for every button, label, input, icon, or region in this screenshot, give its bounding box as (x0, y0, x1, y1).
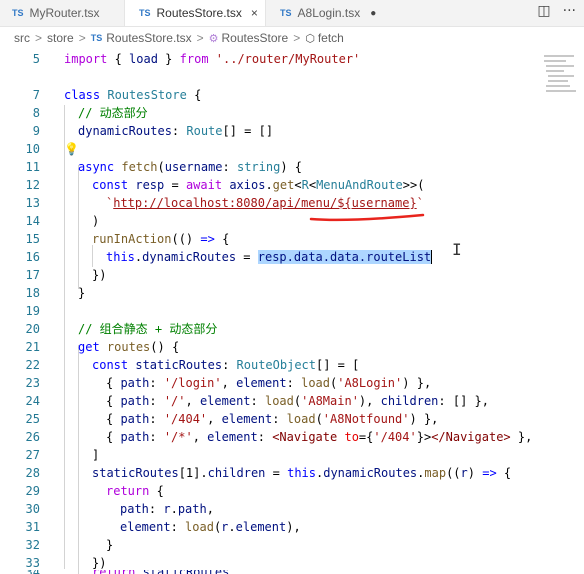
minimap-line (546, 90, 576, 92)
tab-label: RoutesStore.tsx (156, 6, 242, 20)
code-line: 5 import { load } from '../router/MyRoute… (32, 52, 361, 66)
code-editor[interactable]: 5 import { load } from '../router/MyRoute… (0, 49, 584, 574)
chevron-right-icon: > (35, 31, 43, 45)
code-line: 12 const resp = await axios.get<R<MenuAnd… (25, 178, 425, 192)
breadcrumb-class[interactable]: RoutesStore (222, 31, 289, 45)
tab-actions: ◫ ··· (537, 3, 576, 19)
code-line: 30 path: r.path, (25, 502, 214, 516)
chevron-right-icon: > (78, 31, 86, 45)
code-line: 25{ path: '/404', element: load('A8Notfo… (25, 412, 439, 426)
text-cursor-icon: I (452, 240, 462, 259)
breadcrumb-file[interactable]: RoutesStore.tsx (106, 31, 191, 45)
code-line: 18} (25, 286, 86, 300)
minimap-line (548, 75, 574, 77)
minimap-line (544, 60, 566, 62)
tab-bar: TS MyRouter.tsx TS RoutesStore.tsx × TS A8Lo… (0, 0, 584, 27)
close-icon[interactable]: × (251, 6, 258, 20)
minimap-line (546, 85, 570, 87)
tab-routesstore[interactable]: TS RoutesStore.tsx × (124, 0, 266, 26)
breadcrumb-src[interactable]: src (14, 31, 30, 45)
typescript-file-icon: TS (90, 33, 103, 43)
minimap-line (546, 65, 574, 67)
typescript-file-icon: TS (12, 8, 24, 18)
code-line: 34return staticRoutes (0, 570, 540, 574)
breadcrumb-method[interactable]: fetch (318, 31, 344, 45)
code-line: 13 `http://localhost:8080/api/menu/${user… (25, 196, 424, 210)
breadcrumb-store[interactable]: store (47, 31, 74, 45)
minimap-line (548, 80, 568, 82)
code-line: 10 💡 (0, 139, 540, 159)
code-line: 32} (25, 538, 114, 552)
typescript-file-icon: TS (139, 8, 151, 18)
method-symbol-icon: ⬡ (305, 31, 315, 45)
code-line: 31 element: load(r.element), (25, 520, 301, 534)
code-line: 22 const staticRoutes: RouteObject[] = [ (25, 358, 360, 372)
code-line: 14) (25, 214, 100, 228)
code-line: 20// 组合静态 + 动态部分 (25, 322, 218, 336)
split-editor-icon[interactable]: ◫ (537, 3, 550, 19)
tab-label: A8Login.tsx (297, 6, 361, 20)
class-symbol-icon: ⚙ (208, 31, 219, 45)
code-line: 11 async fetch(username: string) { (25, 160, 303, 174)
minimap-line (544, 55, 574, 57)
lightbulb-icon[interactable]: 💡 (64, 139, 79, 159)
code-line: 29 return { (25, 484, 164, 498)
code-line: 19 (25, 304, 40, 318)
tab-myrouter[interactable]: TS MyRouter.tsx (0, 0, 124, 26)
breadcrumb: src > store > TS RoutesStore.tsx > ⚙ RoutesSt… (0, 27, 584, 49)
unsaved-dot-icon: ● (370, 7, 377, 19)
code-line: 27] (25, 448, 100, 462)
vertical-scrollbar[interactable] (576, 49, 584, 574)
code-line: 24{ path: '/', element: load('A8Main'), … (25, 394, 489, 408)
tab-label: MyRouter.tsx (29, 6, 100, 20)
code-line: 17}) (25, 268, 107, 282)
code-line: 26{ path: '/*', element: <Navigate to={'… (25, 430, 533, 444)
typescript-file-icon: TS (280, 8, 292, 18)
code-line: 8// 动态部分 (32, 106, 148, 120)
code-line: 28 staticRoutes[1].children = this.dynami… (25, 466, 512, 480)
code-line: 21 get routes() { (25, 340, 180, 354)
code-line: 7 class RoutesStore { (32, 88, 202, 102)
more-actions-icon[interactable]: ··· (563, 3, 576, 19)
code-line: 23{ path: '/login', element: load('A8Log… (25, 376, 432, 390)
minimap-line (546, 70, 564, 72)
chevron-right-icon: > (196, 31, 204, 45)
chevron-right-icon: > (293, 31, 301, 45)
selected-text[interactable]: resp.data.data.routeList (257, 250, 432, 264)
tab-a8login[interactable]: TS A8Login.tsx ● (268, 0, 388, 26)
code-line: 9 dynamicRoutes: Route[] = [] (32, 124, 274, 138)
